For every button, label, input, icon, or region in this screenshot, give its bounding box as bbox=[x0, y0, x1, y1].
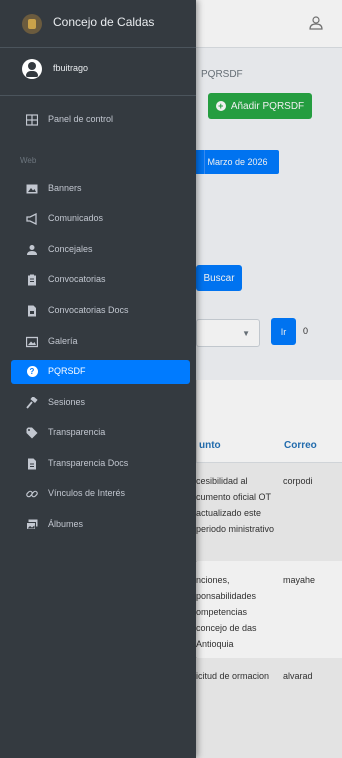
sidebar-item-comunicados[interactable]: Comunicados bbox=[11, 207, 190, 231]
brand-title: Concejo de Caldas bbox=[53, 15, 155, 29]
sidebar-item-panel-de-control[interactable]: Panel de control bbox=[11, 108, 190, 132]
sidebar-item-transparencia[interactable]: Transparencia bbox=[11, 421, 190, 445]
sidebar-item-label: Álbumes bbox=[48, 519, 84, 529]
user-panel[interactable]: fbuitrago bbox=[0, 47, 196, 96]
sidebar-item-convocatorias-docs[interactable]: Convocatorias Docs bbox=[11, 299, 190, 323]
sidebar-item-albumes[interactable]: Álbumes bbox=[11, 513, 190, 537]
sidebar-item-label: Convocatorias bbox=[48, 274, 106, 284]
image-icon bbox=[26, 183, 38, 195]
file-icon bbox=[26, 305, 38, 317]
megaphone-icon bbox=[26, 212, 38, 226]
sidebar-item-label: PQRSDF bbox=[48, 366, 86, 376]
sidebar-item-label: Comunicados bbox=[48, 213, 104, 223]
sidebar-item-label: Transparencia bbox=[48, 427, 106, 437]
sidebar-item-galeria[interactable]: Galería bbox=[11, 330, 190, 354]
sidebar-item-label: Convocatorias Docs bbox=[48, 305, 129, 315]
username: fbuitrago bbox=[53, 63, 89, 73]
sidebar-item-label: Concejales bbox=[48, 244, 93, 254]
sidebar-item-sesiones[interactable]: Sesiones bbox=[11, 391, 190, 415]
sidebar-item-label: Sesiones bbox=[48, 397, 86, 407]
gavel-icon bbox=[26, 396, 38, 409]
document-icon bbox=[26, 458, 38, 470]
tag-icon bbox=[26, 427, 38, 439]
sidebar-item-concejales[interactable]: Concejales bbox=[11, 238, 190, 262]
sidebar-item-label: Panel de control bbox=[48, 114, 114, 124]
sidebar-item-pqrsdf[interactable]: ? PQRSDF bbox=[11, 360, 190, 384]
link-icon bbox=[26, 488, 38, 500]
avatar bbox=[22, 59, 42, 79]
sidebar-item-label: Transparencia Docs bbox=[48, 458, 129, 468]
brand-link[interactable]: Concejo de Caldas bbox=[0, 0, 196, 48]
question-circle-icon: ? bbox=[26, 366, 38, 378]
sidebar-item-convocatorias[interactable]: Convocatorias bbox=[11, 268, 190, 292]
sidebar-item-vinculos-de-interes[interactable]: Vínculos de Interés bbox=[11, 482, 190, 506]
dashboard-icon bbox=[25, 114, 39, 126]
sidebar-item-label: Galería bbox=[48, 336, 78, 346]
user-icon bbox=[26, 244, 38, 256]
sidebar-item-label: Vínculos de Interés bbox=[48, 488, 126, 498]
sidebar-backdrop[interactable] bbox=[196, 0, 342, 758]
brand-logo bbox=[22, 14, 42, 34]
sidebar-item-transparencia-docs[interactable]: Transparencia Docs bbox=[11, 452, 190, 476]
images-icon bbox=[26, 519, 38, 531]
sidebar-section-web: Web bbox=[20, 156, 37, 165]
clipboard-icon bbox=[26, 274, 38, 286]
photo-icon bbox=[25, 336, 39, 348]
sidebar-item-banners[interactable]: Banners bbox=[11, 177, 190, 201]
sidebar-item-label: Banners bbox=[48, 183, 82, 193]
sidebar: Concejo de Caldas fbuitrago Panel de con… bbox=[0, 0, 196, 758]
